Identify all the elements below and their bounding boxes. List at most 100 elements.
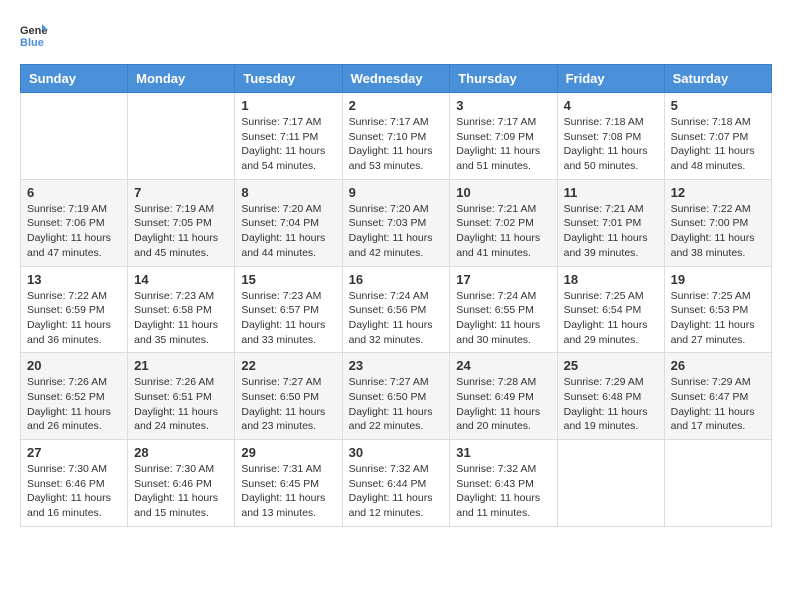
day-detail: Sunrise: 7:21 AM Sunset: 7:01 PM Dayligh…: [564, 202, 658, 261]
day-number: 9: [349, 185, 444, 200]
day-number: 5: [671, 98, 765, 113]
day-detail: Sunrise: 7:30 AM Sunset: 6:46 PM Dayligh…: [27, 462, 121, 521]
calendar-cell: 12Sunrise: 7:22 AM Sunset: 7:00 PM Dayli…: [664, 179, 771, 266]
day-detail: Sunrise: 7:25 AM Sunset: 6:53 PM Dayligh…: [671, 289, 765, 348]
calendar-cell: 24Sunrise: 7:28 AM Sunset: 6:49 PM Dayli…: [450, 353, 557, 440]
day-number: 22: [241, 358, 335, 373]
day-detail: Sunrise: 7:30 AM Sunset: 6:46 PM Dayligh…: [134, 462, 228, 521]
calendar-cell: 26 Sunrise: 7:29 AM Sunset: 6:47 PM Dayli…: [664, 353, 771, 440]
day-detail: Sunrise: 7:29 AM Sunset: 6:48 PM Dayligh…: [564, 375, 658, 434]
calendar-table: SundayMondayTuesdayWednesdayThursdayFrid…: [20, 64, 772, 527]
day-number: 18: [564, 272, 658, 287]
day-number: 2: [349, 98, 444, 113]
calendar-cell: 29Sunrise: 7:31 AM Sunset: 6:45 PM Dayli…: [235, 440, 342, 527]
day-detail: Sunrise: 7:17 AM Sunset: 7:10 PM Dayligh…: [349, 115, 444, 174]
calendar-cell: 30 Sunrise: 7:32 AM Sunset: 6:44 PM Dayli…: [342, 440, 450, 527]
weekday-header: Thursday: [450, 65, 557, 93]
day-detail: Sunrise: 7:29 AM Sunset: 6:47 PM Dayligh…: [671, 375, 765, 434]
day-detail: Sunrise: 7:27 AM Sunset: 6:50 PM Dayligh…: [241, 375, 335, 434]
day-number: 25: [564, 358, 658, 373]
calendar-cell: 2 Sunrise: 7:17 AM Sunset: 7:10 PM Daylig…: [342, 93, 450, 180]
day-detail: Sunrise: 7:23 AM Sunset: 6:58 PM Dayligh…: [134, 289, 228, 348]
calendar-cell: 4 Sunrise: 7:18 AM Sunset: 7:08 PM Daylig…: [557, 93, 664, 180]
day-number: 21: [134, 358, 228, 373]
calendar-cell: 10 Sunrise: 7:21 AM Sunset: 7:02 PM Dayli…: [450, 179, 557, 266]
calendar-cell: 5Sunrise: 7:18 AM Sunset: 7:07 PM Daylig…: [664, 93, 771, 180]
calendar-cell: 21 Sunrise: 7:26 AM Sunset: 6:51 PM Dayli…: [128, 353, 235, 440]
calendar-cell: 17 Sunrise: 7:24 AM Sunset: 6:55 PM Dayli…: [450, 266, 557, 353]
calendar-cell: 7Sunrise: 7:19 AM Sunset: 7:05 PM Daylig…: [128, 179, 235, 266]
calendar-body: 1Sunrise: 7:17 AM Sunset: 7:11 PM Daylig…: [21, 93, 772, 527]
day-number: 4: [564, 98, 658, 113]
day-detail: Sunrise: 7:32 AM Sunset: 6:44 PM Dayligh…: [349, 462, 444, 521]
day-number: 30: [349, 445, 444, 460]
weekday-header: Sunday: [21, 65, 128, 93]
calendar-cell: [664, 440, 771, 527]
day-detail: Sunrise: 7:17 AM Sunset: 7:11 PM Dayligh…: [241, 115, 335, 174]
day-detail: Sunrise: 7:19 AM Sunset: 7:06 PM Dayligh…: [27, 202, 121, 261]
calendar-cell: 16 Sunrise: 7:24 AM Sunset: 6:56 PM Dayli…: [342, 266, 450, 353]
day-detail: Sunrise: 7:26 AM Sunset: 6:52 PM Dayligh…: [27, 375, 121, 434]
calendar-week-row: 1Sunrise: 7:17 AM Sunset: 7:11 PM Daylig…: [21, 93, 772, 180]
calendar-cell: 9 Sunrise: 7:20 AM Sunset: 7:03 PM Daylig…: [342, 179, 450, 266]
calendar-header-row: SundayMondayTuesdayWednesdayThursdayFrid…: [21, 65, 772, 93]
calendar-cell: 13 Sunrise: 7:22 AM Sunset: 6:59 PM Dayli…: [21, 266, 128, 353]
day-detail: Sunrise: 7:18 AM Sunset: 7:08 PM Dayligh…: [564, 115, 658, 174]
weekday-header: Friday: [557, 65, 664, 93]
calendar-cell: 27Sunrise: 7:30 AM Sunset: 6:46 PM Dayli…: [21, 440, 128, 527]
day-number: 14: [134, 272, 228, 287]
day-detail: Sunrise: 7:22 AM Sunset: 6:59 PM Dayligh…: [27, 289, 121, 348]
day-detail: Sunrise: 7:27 AM Sunset: 6:50 PM Dayligh…: [349, 375, 444, 434]
day-detail: Sunrise: 7:22 AM Sunset: 7:00 PM Dayligh…: [671, 202, 765, 261]
day-number: 16: [349, 272, 444, 287]
day-number: 17: [456, 272, 550, 287]
calendar-cell: 31Sunrise: 7:32 AM Sunset: 6:43 PM Dayli…: [450, 440, 557, 527]
day-number: 10: [456, 185, 550, 200]
day-detail: Sunrise: 7:24 AM Sunset: 6:56 PM Dayligh…: [349, 289, 444, 348]
weekday-header: Wednesday: [342, 65, 450, 93]
page-header: General Blue: [20, 20, 772, 48]
calendar-cell: 18Sunrise: 7:25 AM Sunset: 6:54 PM Dayli…: [557, 266, 664, 353]
day-number: 6: [27, 185, 121, 200]
calendar-cell: 8 Sunrise: 7:20 AM Sunset: 7:04 PM Daylig…: [235, 179, 342, 266]
day-number: 15: [241, 272, 335, 287]
day-detail: Sunrise: 7:26 AM Sunset: 6:51 PM Dayligh…: [134, 375, 228, 434]
calendar-week-row: 20 Sunrise: 7:26 AM Sunset: 6:52 PM Dayli…: [21, 353, 772, 440]
calendar-cell: 25 Sunrise: 7:29 AM Sunset: 6:48 PM Dayli…: [557, 353, 664, 440]
day-number: 23: [349, 358, 444, 373]
day-number: 19: [671, 272, 765, 287]
calendar-cell: 23 Sunrise: 7:27 AM Sunset: 6:50 PM Dayli…: [342, 353, 450, 440]
calendar-cell: 1Sunrise: 7:17 AM Sunset: 7:11 PM Daylig…: [235, 93, 342, 180]
weekday-header: Tuesday: [235, 65, 342, 93]
calendar-cell: 14 Sunrise: 7:23 AM Sunset: 6:58 PM Dayli…: [128, 266, 235, 353]
calendar-cell: 11 Sunrise: 7:21 AM Sunset: 7:01 PM Dayli…: [557, 179, 664, 266]
day-detail: Sunrise: 7:23 AM Sunset: 6:57 PM Dayligh…: [241, 289, 335, 348]
calendar-cell: [128, 93, 235, 180]
svg-text:Blue: Blue: [20, 37, 44, 48]
day-detail: Sunrise: 7:20 AM Sunset: 7:03 PM Dayligh…: [349, 202, 444, 261]
day-number: 11: [564, 185, 658, 200]
calendar-cell: 6 Sunrise: 7:19 AM Sunset: 7:06 PM Daylig…: [21, 179, 128, 266]
day-detail: Sunrise: 7:20 AM Sunset: 7:04 PM Dayligh…: [241, 202, 335, 261]
calendar-cell: [21, 93, 128, 180]
day-number: 20: [27, 358, 121, 373]
day-number: 8: [241, 185, 335, 200]
calendar-cell: [557, 440, 664, 527]
day-number: 13: [27, 272, 121, 287]
calendar-cell: 22 Sunrise: 7:27 AM Sunset: 6:50 PM Dayli…: [235, 353, 342, 440]
day-number: 26: [671, 358, 765, 373]
day-detail: Sunrise: 7:17 AM Sunset: 7:09 PM Dayligh…: [456, 115, 550, 174]
day-detail: Sunrise: 7:31 AM Sunset: 6:45 PM Dayligh…: [241, 462, 335, 521]
calendar-cell: 3 Sunrise: 7:17 AM Sunset: 7:09 PM Daylig…: [450, 93, 557, 180]
day-number: 3: [456, 98, 550, 113]
calendar-week-row: 27Sunrise: 7:30 AM Sunset: 6:46 PM Dayli…: [21, 440, 772, 527]
logo-icon: General Blue: [20, 20, 48, 48]
day-detail: Sunrise: 7:21 AM Sunset: 7:02 PM Dayligh…: [456, 202, 550, 261]
day-number: 24: [456, 358, 550, 373]
day-detail: Sunrise: 7:32 AM Sunset: 6:43 PM Dayligh…: [456, 462, 550, 521]
weekday-header: Monday: [128, 65, 235, 93]
day-detail: Sunrise: 7:24 AM Sunset: 6:55 PM Dayligh…: [456, 289, 550, 348]
logo: General Blue: [20, 20, 52, 48]
calendar-week-row: 6 Sunrise: 7:19 AM Sunset: 7:06 PM Daylig…: [21, 179, 772, 266]
calendar-cell: 28Sunrise: 7:30 AM Sunset: 6:46 PM Dayli…: [128, 440, 235, 527]
